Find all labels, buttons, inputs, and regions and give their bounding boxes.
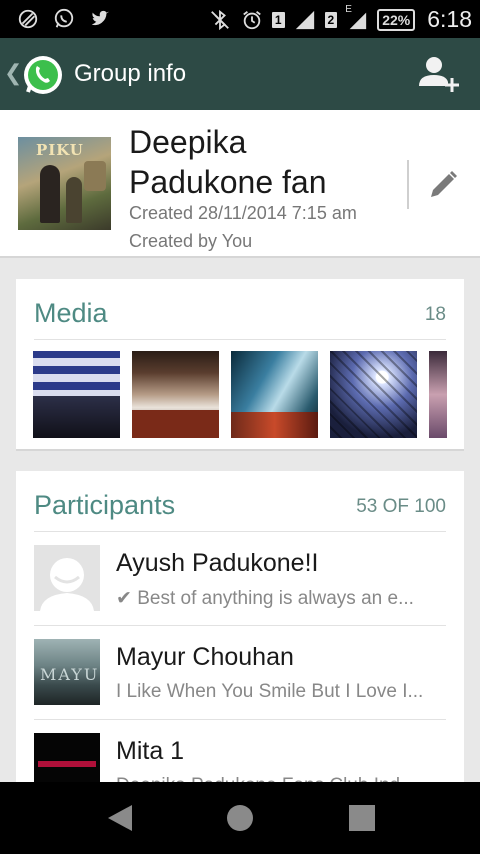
recent-apps-icon[interactable] bbox=[344, 800, 380, 836]
signal-icon bbox=[293, 8, 317, 32]
clock: 6:18 bbox=[427, 6, 472, 32]
action-bar: ❮ Group info bbox=[0, 38, 480, 110]
media-count[interactable]: 18 bbox=[425, 304, 446, 326]
back-icon[interactable] bbox=[102, 800, 138, 836]
participant-row[interactable]: Ayush Padukone!I ✔ Best of anything is a… bbox=[34, 532, 446, 626]
status-bar: 1 2 E 22% 6:18 bbox=[0, 0, 480, 38]
media-thumbnail[interactable] bbox=[33, 351, 120, 438]
media-thumbnail[interactable] bbox=[231, 351, 318, 438]
media-thumbnail[interactable] bbox=[330, 351, 417, 438]
avatar-figure bbox=[84, 161, 106, 191]
group-created-by: Created by You bbox=[129, 231, 253, 251]
participants-section: Participants 53 OF 100 Ayush Padukone!I … bbox=[16, 471, 464, 799]
avatar-figure bbox=[40, 165, 60, 223]
participant-status: I Like When You Smile But I Love I... bbox=[116, 681, 424, 702]
navigation-bar bbox=[0, 782, 480, 854]
participants-count: 53 OF 100 bbox=[356, 496, 446, 517]
alarm-icon bbox=[240, 8, 264, 32]
sim1-badge: 1 bbox=[271, 11, 285, 28]
whatsapp-notification-icon bbox=[52, 7, 76, 31]
add-participant-icon[interactable] bbox=[416, 52, 460, 96]
participant-avatar-text: MAYU bbox=[40, 665, 100, 684]
participants-title: Participants bbox=[34, 490, 176, 520]
sim2-badge: 2 bbox=[324, 11, 338, 28]
edit-pencil-icon[interactable] bbox=[426, 168, 460, 202]
page-title: Group info bbox=[74, 60, 187, 87]
avatar-figure bbox=[66, 177, 82, 223]
twitter-notification-icon bbox=[88, 7, 112, 31]
media-section: Media 18 bbox=[16, 279, 464, 451]
default-avatar-icon[interactable] bbox=[34, 545, 100, 611]
home-icon[interactable] bbox=[222, 800, 258, 836]
back-chevron-icon[interactable]: ❮ bbox=[4, 60, 22, 86]
divider bbox=[34, 339, 446, 340]
battery-indicator: 22% bbox=[377, 8, 416, 31]
participant-name: Ayush Padukone!I bbox=[116, 549, 319, 577]
whatsapp-logo-icon[interactable] bbox=[22, 54, 64, 96]
participant-status: ✔ Best of anything is always an e... bbox=[116, 588, 414, 609]
group-created-date: Created 28/11/2014 7:15 am bbox=[129, 203, 357, 223]
participant-avatar[interactable]: MAYU bbox=[34, 639, 100, 705]
participant-name: Mayur Chouhan bbox=[116, 643, 294, 671]
media-thumbnail[interactable] bbox=[429, 351, 447, 438]
signal-edge-icon: E bbox=[345, 4, 369, 32]
bluetooth-off-icon bbox=[208, 8, 232, 32]
media-title: Media bbox=[34, 298, 108, 328]
network-type-label: E bbox=[345, 3, 352, 15]
group-avatar[interactable]: PIKU bbox=[18, 137, 111, 230]
media-thumbnail[interactable] bbox=[132, 351, 219, 438]
group-name: Deepika Padukone fan bbox=[129, 124, 327, 200]
divider bbox=[407, 160, 409, 209]
group-header: PIKU Deepika Padukone fan Created 28/11/… bbox=[0, 110, 480, 258]
participant-row[interactable]: MAYU Mayur Chouhan I Like When You Smile… bbox=[34, 626, 446, 720]
data-saver-icon bbox=[16, 7, 40, 31]
group-avatar-text: PIKU bbox=[36, 141, 84, 159]
participant-name: Mita 1 bbox=[116, 737, 185, 765]
